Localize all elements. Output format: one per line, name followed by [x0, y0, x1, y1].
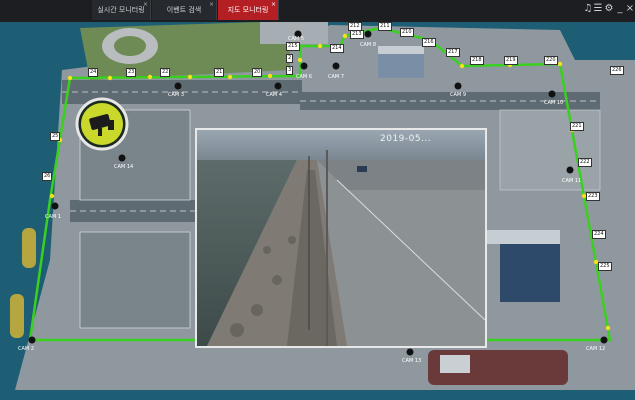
segment-label: 25 [50, 132, 61, 141]
map-scene[interactable]: 24 23 22 21 20 25 26 2 3 212 211 210 216… [0, 22, 635, 400]
segment-label: 222 [578, 158, 592, 167]
segment-label: 24 [88, 68, 99, 77]
camera-label[interactable]: CAM 10 [544, 100, 563, 106]
segment-label: 219 [504, 56, 518, 65]
close-icon[interactable]: × [143, 1, 148, 8]
camera-label[interactable]: CAM 13 [402, 358, 421, 364]
minimize-icon[interactable]: _ [615, 3, 625, 15]
camera-label[interactable]: CAM 4 [266, 92, 282, 98]
segment-label: 221 [570, 122, 584, 131]
segment-label: 215 [286, 42, 300, 51]
camera-label[interactable]: CAM 1 [45, 214, 61, 220]
segment-label: 214 [330, 44, 344, 53]
camera-label[interactable]: CAM 2 [18, 346, 34, 352]
segment-label: 226 [610, 66, 624, 75]
segment-label: 3 [286, 66, 294, 75]
segment-label: 26 [42, 172, 53, 181]
segment-label: 225 [598, 262, 612, 271]
camera-label[interactable]: CAM 6 [296, 74, 312, 80]
close-icon[interactable]: × [209, 1, 214, 8]
segment-label: 224 [592, 230, 606, 239]
segment-label: 21 [214, 68, 225, 77]
camera-label[interactable]: CAM 3 [168, 92, 184, 98]
camera-label[interactable]: CAM 12 [586, 346, 605, 352]
segment-label: 213 [350, 30, 364, 39]
close-icon[interactable]: × [271, 1, 276, 8]
segment-label: 217 [446, 48, 460, 57]
camera-label[interactable]: CAM 5 [288, 36, 304, 42]
segment-label: 216 [422, 38, 436, 47]
tab-label: 이벤트 검색 [166, 6, 202, 14]
video-timestamp: 2019-05... [380, 134, 432, 144]
tab-label: 실시간 모니터링 [97, 6, 145, 14]
ship [22, 228, 36, 268]
segment-label: 210 [400, 28, 414, 37]
camera-video-popup[interactable] [195, 128, 487, 348]
camera-label[interactable]: CAM 8 [360, 42, 376, 48]
tab-label: 지도 모니터링 [227, 6, 269, 14]
camera-label[interactable]: CAM 9 [450, 92, 466, 98]
ship [10, 294, 24, 338]
camera-badge-icon[interactable] [74, 90, 130, 158]
tab-realtime-monitoring[interactable]: 실시간 모니터링 × [92, 0, 151, 20]
segment-label: 220 [544, 56, 558, 65]
building [378, 52, 424, 78]
camera-label[interactable]: CAM 7 [328, 74, 344, 80]
close-icon[interactable]: × [625, 3, 635, 15]
warehouse [500, 240, 560, 302]
segment-label: 223 [586, 192, 600, 201]
camera-label[interactable]: CAM 11 [562, 178, 581, 184]
tab-map-monitoring[interactable]: 지도 모니터링 × [218, 0, 279, 20]
segment-label: 218 [470, 56, 484, 65]
gear-icon[interactable]: ⚙ [604, 3, 614, 15]
top-tab-bar: 실시간 모니터링 × 이벤트 검색 × 지도 모니터링 × ♫ ☰ ⚙ _ × [0, 0, 635, 22]
tab-event-search[interactable]: 이벤트 검색 × [152, 0, 217, 20]
segment-label: 211 [378, 22, 392, 31]
bell-icon[interactable]: ♫ [583, 3, 593, 15]
segment-label: 20 [252, 68, 263, 77]
segment-label: 22 [160, 68, 171, 77]
video-frame [197, 130, 485, 346]
menu-icon[interactable]: ☰ [593, 3, 603, 15]
camera-label[interactable]: CAM 14 [114, 164, 133, 170]
segment-label: 23 [126, 68, 137, 77]
segment-label: 2 [286, 54, 294, 63]
